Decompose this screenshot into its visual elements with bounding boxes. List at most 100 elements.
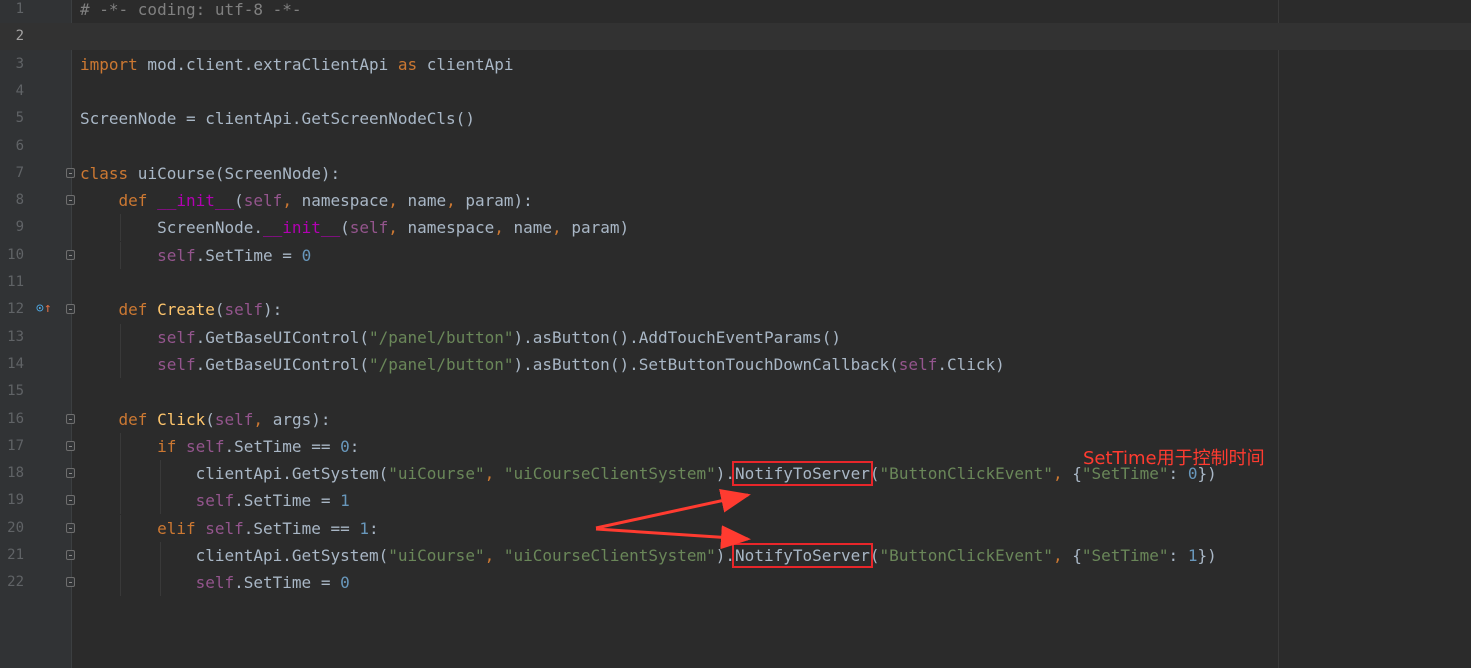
code-text[interactable]: import mod.client.extraClientApi as clie…	[80, 51, 513, 78]
code-token: ,	[1052, 464, 1063, 484]
code-text[interactable]: ScreenNode.__init__(self, namespace, nam…	[80, 214, 629, 241]
line-number[interactable]: 16	[0, 406, 24, 433]
code-line-8[interactable]: 8 def __init__(self, namespace, name, pa…	[0, 187, 1471, 214]
line-number[interactable]: 3	[0, 51, 24, 78]
code-text[interactable]: def Click(self, args):	[80, 406, 331, 433]
line-number[interactable]: 9	[0, 214, 24, 241]
code-token: self	[224, 300, 264, 320]
code-text[interactable]: def __init__(self, namespace, name, para…	[80, 187, 533, 214]
line-number[interactable]: 15	[0, 378, 24, 405]
code-line-16[interactable]: 16 def Click(self, args):	[0, 406, 1471, 433]
line-number[interactable]: 5	[0, 105, 24, 132]
code-token: self	[157, 245, 196, 265]
line-number[interactable]: 19	[0, 487, 24, 514]
fold-marker-icon[interactable]	[66, 577, 75, 588]
line-number[interactable]: 20	[0, 515, 24, 542]
line-number[interactable]: 18	[0, 460, 24, 487]
code-text[interactable]: ScreenNode = clientApi.GetScreenNodeCls(…	[80, 105, 475, 132]
code-line-7[interactable]: 7 class uiCourse(ScreenNode):	[0, 160, 1471, 187]
override-method-icon[interactable]: ⊙↑	[36, 300, 52, 318]
code-line-21[interactable]: 21 clientApi.GetSystem("uiCourse", "uiCo…	[0, 542, 1471, 569]
fold-marker-icon[interactable]	[66, 550, 75, 560]
line-number[interactable]: 10	[0, 242, 24, 269]
code-line-11[interactable]: 11	[0, 269, 1471, 296]
code-line-13[interactable]: 13 self.GetBaseUIControl("/panel/button"…	[0, 323, 1471, 351]
code-token: def	[118, 300, 148, 320]
code-token: ,	[1052, 546, 1063, 565]
code-token: self	[898, 354, 938, 374]
code-line-15[interactable]: 15	[0, 378, 1471, 405]
code-token: "uiCourseClientSystem"	[503, 464, 716, 484]
code-line-9[interactable]: 9 ScreenNode.__init__(self, namespace, n…	[0, 214, 1471, 242]
code-text[interactable]: elif self.SetTime == 1:	[80, 515, 379, 542]
line-number[interactable]: 17	[0, 433, 24, 460]
code-line-1[interactable]: 1 # -*- coding: utf-8 -*-	[0, 0, 1471, 23]
line-number[interactable]: 2	[0, 23, 24, 50]
code-line-5[interactable]: 5 ScreenNode = clientApi.GetScreenNodeCls…	[0, 105, 1471, 132]
code-line-14[interactable]: 14 self.GetBaseUIControl("/panel/button"…	[0, 350, 1471, 378]
code-token: __init__	[263, 218, 341, 238]
code-token: self	[214, 409, 254, 429]
line-number[interactable]: 6	[0, 133, 24, 160]
code-text[interactable]: self.SetTime = 0	[80, 242, 311, 269]
code-token: ).asButton().AddTouchEventParams()	[513, 327, 841, 347]
code-text[interactable]: # -*- coding: utf-8 -*-	[80, 0, 302, 23]
code-token: ,	[446, 191, 456, 211]
code-token: :	[349, 436, 360, 456]
code-line-20[interactable]: 20 elif self.SetTime == 1:	[0, 514, 1471, 542]
fold-marker-icon[interactable]	[66, 304, 75, 315]
code-line-6[interactable]: 6	[0, 133, 1471, 160]
code-token: clientApi.GetSystem(	[80, 546, 389, 565]
line-number[interactable]: 13	[0, 324, 24, 351]
line-number[interactable]: 1	[0, 0, 24, 23]
code-token: ,	[484, 464, 495, 484]
code-line-19[interactable]: 19 self.SetTime = 1	[0, 487, 1471, 515]
fold-marker-icon[interactable]	[66, 195, 75, 206]
code-token: def	[118, 191, 148, 211]
code-line-12[interactable]: 12 ⊙↑ def Create(self):	[0, 296, 1471, 323]
code-text[interactable]: self.SetTime = 0	[80, 569, 350, 596]
code-text[interactable]: self.GetBaseUIControl("/panel/button").a…	[80, 324, 841, 351]
code-token: self	[185, 436, 225, 456]
fold-marker-icon[interactable]	[66, 522, 75, 533]
code-text[interactable]: if self.SetTime == 0:	[80, 433, 359, 460]
code-token: self	[195, 491, 235, 511]
code-text[interactable]: self.GetBaseUIControl("/panel/button").a…	[80, 351, 1005, 378]
code-text[interactable]: clientApi.GetSystem("uiCourse", "uiCours…	[80, 542, 1217, 569]
fold-marker-icon[interactable]	[66, 249, 75, 260]
code-token: .SetTime =	[234, 573, 341, 593]
code-text[interactable]: class uiCourse(ScreenNode):	[80, 160, 340, 187]
line-number[interactable]: 21	[0, 542, 24, 569]
fold-marker-icon[interactable]	[66, 440, 75, 451]
code-line-3[interactable]: 3 import mod.client.extraClientApi as cli…	[0, 51, 1471, 78]
code-token: .GetBaseUIControl(	[195, 354, 369, 374]
code-line-4[interactable]: 4	[0, 78, 1471, 105]
fold-marker-icon[interactable]	[66, 167, 75, 178]
code-line-22[interactable]: 22 self.SetTime = 0	[0, 569, 1471, 597]
code-editor[interactable]: 1 # -*- coding: utf-8 -*- 2 3 import mod.cli…	[0, 0, 1471, 668]
fold-marker-icon[interactable]	[66, 495, 75, 506]
line-number[interactable]: 7	[0, 160, 24, 187]
line-number[interactable]: 12	[0, 296, 24, 323]
annotation-label: SetTime用于控制时间	[1083, 448, 1265, 469]
line-number[interactable]: 4	[0, 78, 24, 105]
line-number[interactable]: 11	[0, 269, 24, 296]
code-token: :	[1168, 546, 1188, 565]
line-number[interactable]: 22	[0, 569, 24, 596]
code-line-10[interactable]: 10 self.SetTime = 0	[0, 241, 1471, 269]
code-text[interactable]: def Create(self):	[80, 296, 283, 323]
code-token: "uiCourseClientSystem"	[503, 546, 716, 565]
code-token: namespace	[397, 218, 495, 238]
fold-marker-icon[interactable]	[66, 468, 75, 479]
highlighted-call: NotifyToServer	[732, 461, 873, 487]
code-text[interactable]: clientApi.GetSystem("uiCourse", "uiCours…	[80, 460, 1217, 487]
fold-marker-icon[interactable]	[66, 413, 75, 424]
code-text[interactable]: self.SetTime = 1	[80, 487, 350, 514]
code-line-2[interactable]: 2	[0, 23, 1471, 51]
line-number[interactable]: 14	[0, 351, 24, 378]
code-token: ,	[282, 191, 292, 211]
line-number[interactable]: 8	[0, 187, 24, 214]
